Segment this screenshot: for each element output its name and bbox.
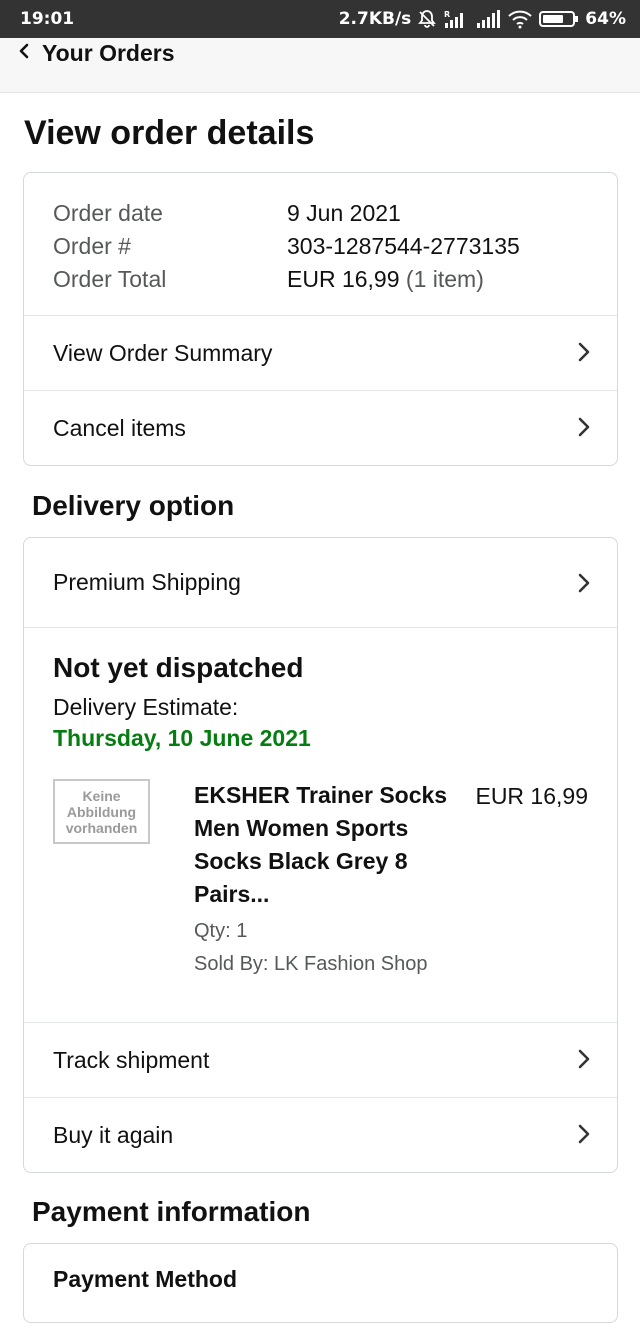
svg-text:R: R	[444, 10, 450, 19]
product-details: EKSHER Trainer Socks Men Women Sports So…	[194, 779, 464, 981]
order-total-amount: EUR 16,99	[287, 266, 400, 292]
shipment-status: Not yet dispatched	[53, 652, 304, 683]
payment-information-heading: Payment information	[32, 1196, 311, 1227]
product-quantity: Qty: 1	[194, 920, 248, 942]
order-total-label: Order Total	[53, 266, 167, 292]
order-info-card: Order date 9 Jun 2021 Order # 303-128754…	[23, 172, 618, 466]
chevron-right-icon	[577, 416, 591, 443]
wifi-icon	[507, 9, 533, 29]
status-right: 2.7KB/s R 64%	[339, 9, 626, 29]
order-item-count: (1 item)	[405, 266, 484, 292]
delivery-estimate-label: Delivery Estimate:	[53, 694, 239, 720]
buy-it-again-label: Buy it again	[53, 1122, 174, 1148]
network-speed: 2.7KB/s	[338, 9, 412, 29]
status-bar: 19:01 2.7KB/s R 64%	[0, 0, 640, 38]
battery-percent: 64%	[585, 9, 626, 29]
order-date-value: 9 Jun 2021	[287, 200, 401, 226]
order-total-value: EUR 16,99 (1 item)	[287, 263, 484, 296]
bell-off-icon	[417, 9, 437, 29]
battery-icon	[539, 9, 579, 29]
chevron-right-icon	[577, 572, 591, 599]
page-title: View order details	[24, 114, 315, 152]
chevron-right-icon	[577, 1048, 591, 1075]
delivery-option-heading: Delivery option	[32, 490, 235, 521]
delivery-estimate-date: Thursday, 10 June 2021	[53, 725, 311, 751]
premium-shipping-label: Premium Shipping	[53, 569, 241, 595]
order-date-label: Order date	[53, 200, 163, 226]
back-label: Your Orders	[42, 40, 175, 66]
product-image-placeholder[interactable]: Keine Abbildung vorhanden	[53, 779, 150, 844]
order-total-row: Order Total EUR 16,99 (1 item)	[53, 263, 520, 296]
track-shipment-row[interactable]: Track shipment	[24, 1022, 617, 1097]
view-order-summary-label: View Order Summary	[53, 340, 273, 366]
view-order-summary-row[interactable]: View Order Summary	[24, 315, 617, 390]
buy-it-again-row[interactable]: Buy it again	[24, 1097, 617, 1172]
chevron-right-icon	[577, 1123, 591, 1150]
product-title-link[interactable]: EKSHER Trainer Socks Men Women Sports So…	[194, 779, 464, 911]
divider	[24, 627, 617, 628]
top-nav: Your Orders	[0, 38, 640, 93]
order-number-row: Order # 303-1287544-2773135	[53, 230, 520, 263]
product-price: EUR 16,99	[475, 783, 588, 809]
track-shipment-label: Track shipment	[53, 1047, 210, 1073]
order-info-grid: Order date 9 Jun 2021 Order # 303-128754…	[53, 197, 520, 296]
shipment-status-block: Not yet dispatched Delivery Estimate: Th…	[53, 652, 311, 752]
chevron-right-icon	[577, 341, 591, 368]
signal-icon: R	[443, 9, 469, 29]
premium-shipping-row[interactable]: Premium Shipping	[24, 538, 617, 628]
order-date-row: Order date 9 Jun 2021	[53, 197, 520, 230]
payment-card: Payment Method	[23, 1243, 618, 1323]
order-number-label: Order #	[53, 233, 131, 259]
product-seller: Sold By: LK Fashion Shop	[194, 953, 428, 975]
signal-icon	[475, 9, 501, 29]
order-number-value: 303-1287544-2773135	[287, 233, 520, 259]
cancel-items-label: Cancel items	[53, 415, 186, 441]
back-to-orders-link[interactable]: Your Orders	[18, 40, 175, 67]
chevron-left-icon	[18, 42, 30, 65]
cancel-items-row[interactable]: Cancel items	[24, 390, 617, 465]
status-time: 19:01	[20, 9, 75, 29]
delivery-card: Premium Shipping Not yet dispatched Deli…	[23, 537, 618, 1173]
